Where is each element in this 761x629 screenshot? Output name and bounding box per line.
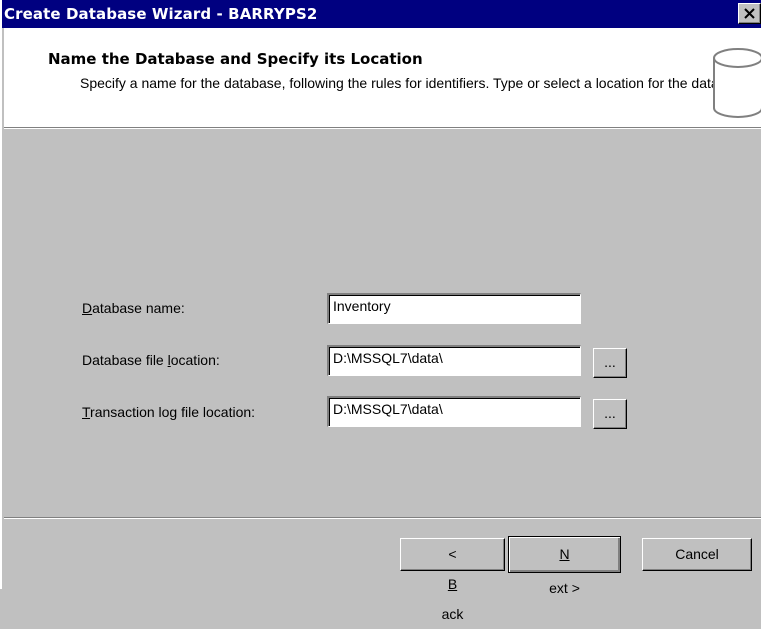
header-divider (4, 127, 761, 129)
database-file-location-input[interactable]: D:\MSSQL7\data\ (327, 345, 581, 376)
window-title: Create Database Wizard - BARRYPS2 (4, 5, 318, 23)
title-bar[interactable]: Create Database Wizard - BARRYPS2 (2, 0, 761, 28)
back-button[interactable]: < Back (400, 538, 505, 622)
database-name-input[interactable]: Inventory (327, 293, 581, 324)
browse-transaction-log-button[interactable]: ... (593, 399, 627, 429)
wizard-header: Name the Database and Specify its Locati… (4, 28, 761, 127)
wizard-window: Create Database Wizard - BARRYPS2 Name t… (0, 0, 761, 622)
database-icon (713, 48, 761, 118)
browse-database-file-button[interactable]: ... (593, 348, 627, 378)
transaction-log-location-input[interactable]: D:\MSSQL7\data\ (327, 396, 581, 427)
close-button[interactable] (738, 3, 761, 24)
database-file-location-label: Database file location: (82, 352, 220, 368)
footer-divider (4, 517, 761, 519)
cancel-button[interactable]: Cancel (642, 538, 752, 571)
transaction-log-location-label: Transaction log file location: (82, 404, 256, 420)
page-description: Specify a name for the database, followi… (80, 75, 753, 91)
page-title: Name the Database and Specify its Locati… (48, 50, 423, 68)
database-name-label: Database name: (82, 300, 185, 316)
close-icon (744, 8, 755, 19)
next-button[interactable]: Next > (508, 536, 621, 596)
